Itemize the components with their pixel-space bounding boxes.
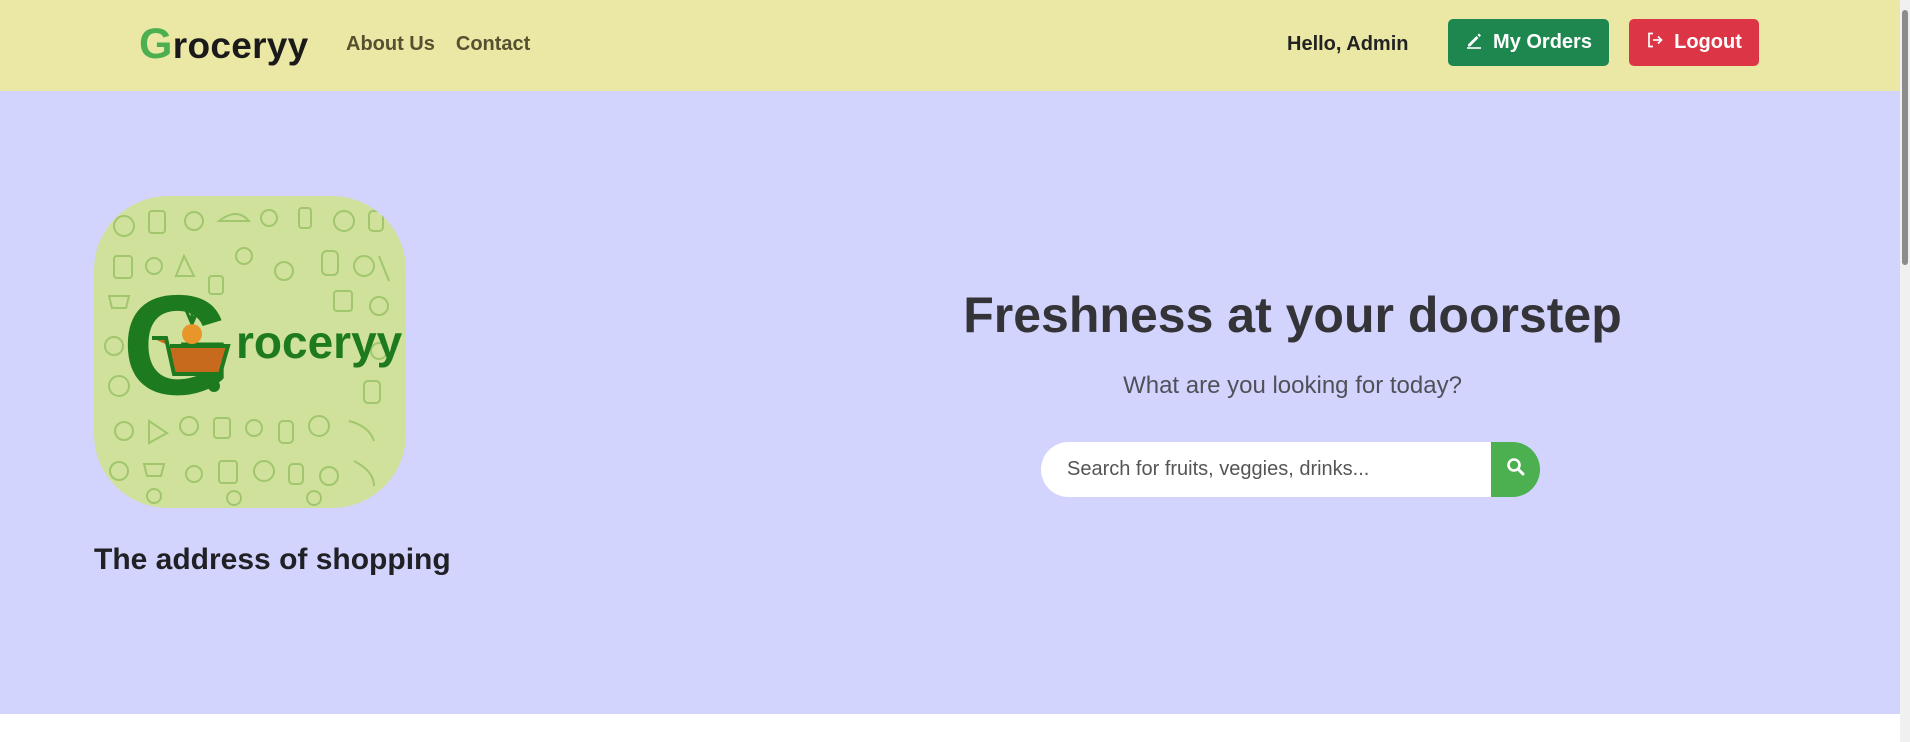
logout-button[interactable]: Logout bbox=[1629, 19, 1759, 66]
top-navbar: Groceryy About Us Contact Hello, Admin M… bbox=[0, 0, 1900, 91]
groceryy-logo-image: G roceryy bbox=[94, 196, 406, 508]
user-greeting: Hello, Admin bbox=[1287, 33, 1409, 55]
logout-icon bbox=[1646, 31, 1664, 55]
logout-label: Logout bbox=[1674, 31, 1742, 53]
scrollbar-thumb[interactable] bbox=[1902, 10, 1908, 265]
pencil-icon bbox=[1465, 31, 1483, 55]
nav-link-about-us[interactable]: About Us bbox=[346, 33, 435, 56]
brand-logo-initial: G bbox=[139, 20, 173, 68]
brand-logo-text: roceryy bbox=[172, 25, 309, 66]
search-bar bbox=[1041, 442, 1540, 497]
hero-section: G roceryy The address of shopping Freshn… bbox=[0, 91, 1900, 714]
page-scrollbar[interactable] bbox=[1900, 0, 1910, 742]
search-button[interactable] bbox=[1491, 442, 1540, 497]
hero-title: Freshness at your doorstep bbox=[963, 287, 1622, 343]
search-input[interactable] bbox=[1041, 442, 1491, 497]
my-orders-button[interactable]: My Orders bbox=[1448, 19, 1609, 66]
search-icon bbox=[1506, 457, 1526, 482]
hero-subtitle: What are you looking for today? bbox=[1123, 372, 1462, 399]
brand-logo[interactable]: Groceryy bbox=[139, 20, 309, 69]
hero-tagline: The address of shopping bbox=[94, 543, 451, 576]
nav-link-contact[interactable]: Contact bbox=[456, 33, 530, 56]
my-orders-label: My Orders bbox=[1493, 31, 1592, 53]
nav-links: About Us Contact bbox=[346, 33, 530, 56]
